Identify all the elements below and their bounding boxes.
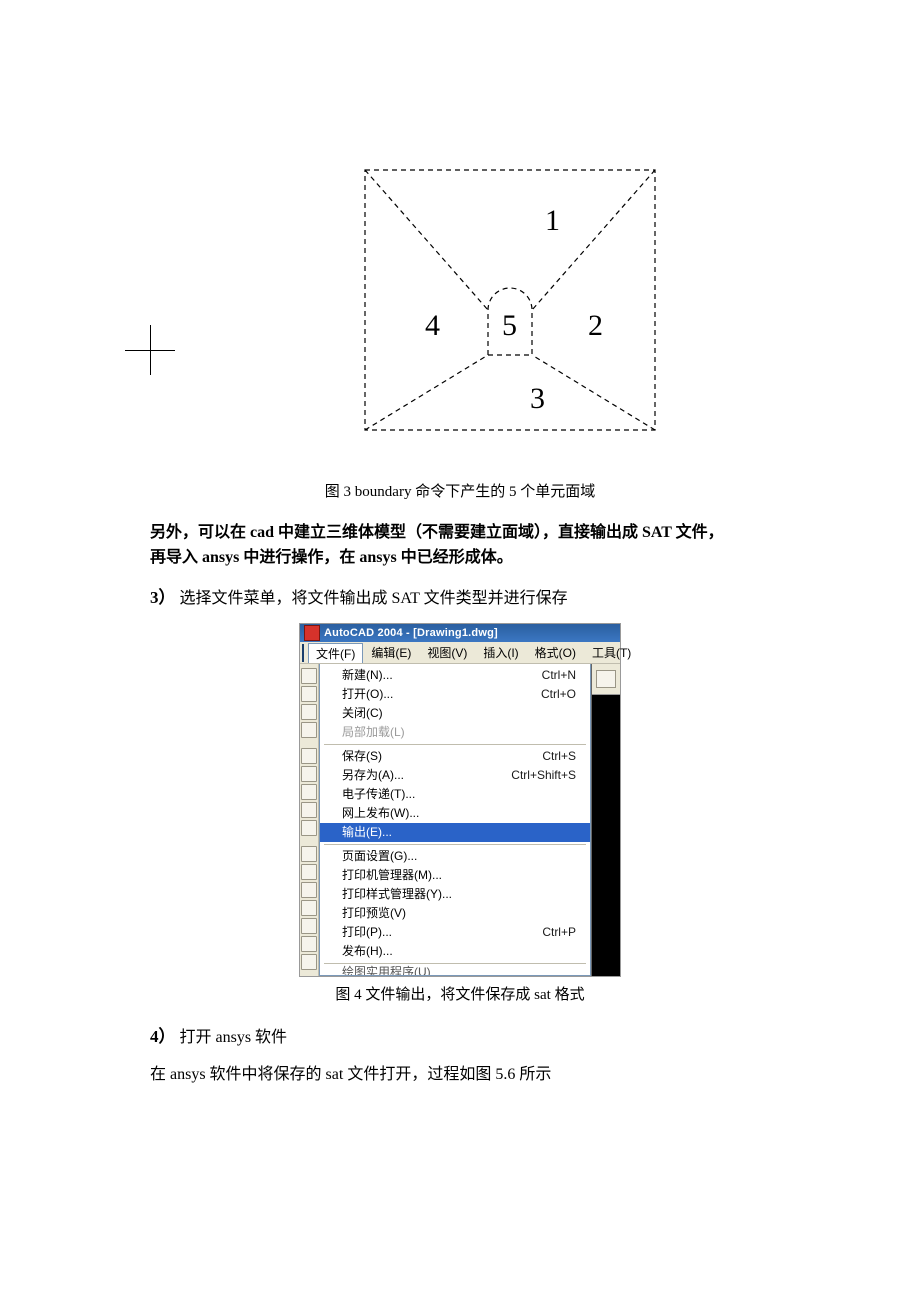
region-label-1: 1 <box>545 204 560 237</box>
figure-4: AutoCAD 2004 - [Drawing1.dwg] 文件(F) 编辑(E… <box>150 623 770 977</box>
tool-btn[interactable] <box>301 936 317 952</box>
menuitem-label: 保存(S) <box>342 748 522 765</box>
menuitem-etransmit[interactable]: 电子传递(T)... <box>320 785 590 804</box>
tool-btn[interactable] <box>301 766 317 782</box>
figure-4-caption: 图 4 文件输出，将文件保存成 sat 格式 <box>150 983 770 1004</box>
menu-format[interactable]: 格式(O) <box>527 642 584 663</box>
menuitem-close[interactable]: 关闭(C) <box>320 704 590 723</box>
menuitem-shortcut: Ctrl+S <box>522 748 576 765</box>
menuitem-label: 打印(P)... <box>342 924 522 941</box>
tool-btn[interactable] <box>301 784 317 800</box>
menuitem-label: 新建(N)... <box>342 667 522 684</box>
tool-btn[interactable] <box>596 670 616 688</box>
menu-file[interactable]: 文件(F) <box>308 643 363 663</box>
region-label-2: 2 <box>588 309 603 342</box>
step-4-number: 4） <box>150 1027 176 1046</box>
menuitem-label: 局部加载(L) <box>342 724 556 741</box>
tool-btn[interactable] <box>301 820 317 836</box>
region-label-5: 5 <box>502 309 517 342</box>
menuitem-saveas[interactable]: 另存为(A)... Ctrl+Shift+S <box>320 766 590 785</box>
autocad-right-toolbar <box>592 664 620 695</box>
menuitem-label: 发布(H)... <box>342 943 556 960</box>
step-3-text: 选择文件菜单，将文件输出成 SAT 文件类型并进行保存 <box>180 590 568 607</box>
menuitem-new[interactable]: 新建(N)... Ctrl+N <box>320 666 590 685</box>
region-label-3: 3 <box>530 382 545 415</box>
autocad-title: AutoCAD 2004 - [Drawing1.dwg] <box>324 627 616 639</box>
paragraph-ansys-open: 在 ansys 软件中将保存的 sat 文件打开，过程如图 5.6 所示 <box>150 1063 770 1088</box>
menuitem-shortcut: Ctrl+P <box>522 924 576 941</box>
region-label-4: 4 <box>425 309 440 342</box>
menuitem-shortcut: Ctrl+O <box>521 686 576 703</box>
menuitem-label: 打开(O)... <box>342 686 521 703</box>
menuitem-open[interactable]: 打开(O)... Ctrl+O <box>320 685 590 704</box>
menuitem-plot-preview[interactable]: 打印预览(V) <box>320 904 590 923</box>
menu-divider <box>324 744 586 745</box>
tool-btn[interactable] <box>301 686 317 702</box>
menuitem-plotter-manager[interactable]: 打印机管理器(M)... <box>320 866 590 885</box>
menu-tools[interactable]: 工具(T) <box>584 642 639 663</box>
tool-btn[interactable] <box>301 918 317 934</box>
tool-btn[interactable] <box>301 802 317 818</box>
tool-btn[interactable] <box>301 900 317 916</box>
autocad-tool-column <box>300 664 319 976</box>
menu-insert[interactable]: 插入(I) <box>475 642 526 663</box>
menuitem-save[interactable]: 保存(S) Ctrl+S <box>320 747 590 766</box>
boundary-regions-svg: 1 2 3 4 5 <box>355 160 665 440</box>
menuitem-plot-style-manager[interactable]: 打印样式管理器(Y)... <box>320 885 590 904</box>
tool-btn[interactable] <box>301 846 317 862</box>
menuitem-label: 打印样式管理器(Y)... <box>342 886 556 903</box>
menuitem-publish-web[interactable]: 网上发布(W)... <box>320 804 590 823</box>
menuitem-label: 打印预览(V) <box>342 905 556 922</box>
tool-btn[interactable] <box>301 668 317 684</box>
note-line-1: 另外，可以在 cad 中建立三维体模型（不需要建立面域），直接输出成 SAT 文… <box>150 524 724 541</box>
menuitem-partial-load: 局部加载(L) <box>320 723 590 742</box>
menu-edit[interactable]: 编辑(E) <box>363 642 419 663</box>
file-menu-dropdown: 新建(N)... Ctrl+N 打开(O)... Ctrl+O 关闭(C) 局部… <box>319 664 591 976</box>
step-4: 4） 打开 ansys 软件 <box>150 1024 770 1051</box>
menu-view[interactable]: 视图(V) <box>419 642 475 663</box>
menuitem-publish[interactable]: 发布(H)... <box>320 942 590 961</box>
menu-divider <box>324 844 586 845</box>
figure-3-diagram: 1 2 3 4 5 <box>250 160 770 440</box>
note-line-2: 再导入 ansys 中进行操作，在 ansys 中已经形成体。 <box>150 549 513 566</box>
menuitem-label: 网上发布(W)... <box>342 805 556 822</box>
tool-btn[interactable] <box>301 748 317 764</box>
menuitem-page-setup[interactable]: 页面设置(G)... <box>320 847 590 866</box>
menuitem-label: 另存为(A)... <box>342 767 491 784</box>
menuitem-shortcut: Ctrl+Shift+S <box>491 767 576 784</box>
menuitem-label: 电子传递(T)... <box>342 786 556 803</box>
figure-3-caption: 图 3 boundary 命令下产生的 5 个单元面域 <box>150 480 770 501</box>
note-3d-model: 另外，可以在 cad 中建立三维体模型（不需要建立面域），直接输出成 SAT 文… <box>150 521 770 571</box>
menuitem-label: 打印机管理器(M)... <box>342 867 556 884</box>
menuitem-plot[interactable]: 打印(P)... Ctrl+P <box>320 923 590 942</box>
tool-btn[interactable] <box>301 722 317 738</box>
step-3-number: 3） <box>150 588 176 607</box>
window-control-icon[interactable] <box>302 644 304 662</box>
tool-btn[interactable] <box>301 954 317 970</box>
autocad-right-edge <box>591 664 620 976</box>
autocad-window: AutoCAD 2004 - [Drawing1.dwg] 文件(F) 编辑(E… <box>299 623 621 977</box>
menuitem-label: 关闭(C) <box>342 705 556 722</box>
autocad-body: 新建(N)... Ctrl+N 打开(O)... Ctrl+O 关闭(C) 局部… <box>300 664 620 976</box>
menuitem-label: 页面设置(G)... <box>342 848 556 865</box>
tool-btn[interactable] <box>301 704 317 720</box>
step-3: 3） 选择文件菜单，将文件输出成 SAT 文件类型并进行保存 <box>150 585 770 612</box>
menuitem-label: 输出(E)... <box>342 824 556 841</box>
tool-btn[interactable] <box>301 882 317 898</box>
step-4-text: 打开 ansys 软件 <box>180 1029 288 1046</box>
figure-3: 1 2 3 4 5 <box>150 160 770 440</box>
autocad-menubar: 文件(F) 编辑(E) 视图(V) 插入(I) 格式(O) 工具(T) <box>300 642 620 664</box>
autocad-titlebar: AutoCAD 2004 - [Drawing1.dwg] <box>300 624 620 642</box>
menuitem-shortcut: Ctrl+N <box>522 667 576 684</box>
menuitem-export[interactable]: 输出(E)... <box>320 823 590 842</box>
tool-btn[interactable] <box>301 864 317 880</box>
autocad-icon <box>304 625 320 641</box>
menuitem-drawing-utilities-cut: 绘图实用程序(U) <box>320 964 590 975</box>
